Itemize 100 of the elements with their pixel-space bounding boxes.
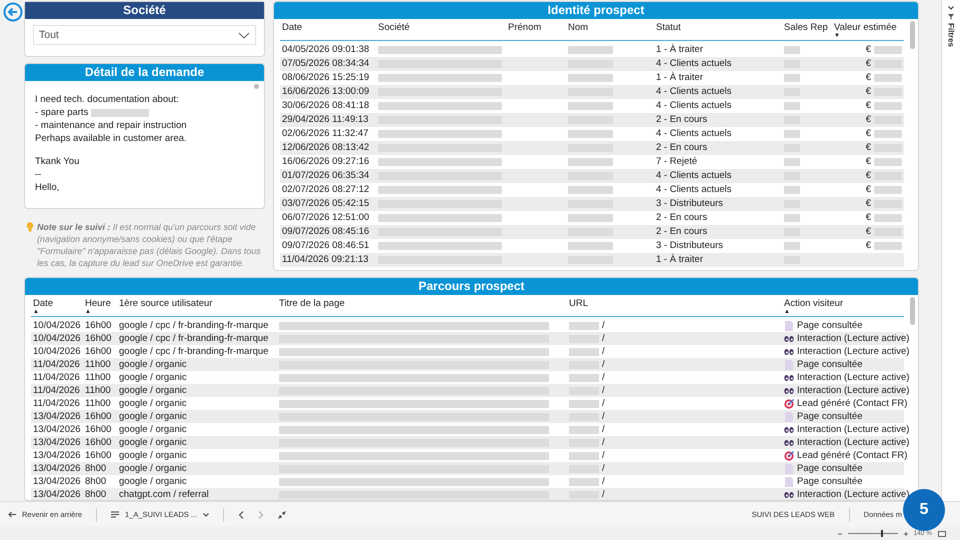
table-cell: 2 - En cours: [656, 211, 708, 225]
table-cell: /: [602, 475, 605, 488]
table-cell: 30/06/2026 08:41:18: [282, 99, 370, 113]
table-cell: 09/07/2026 08:46:51: [282, 239, 370, 253]
back-arrow-icon: [8, 511, 16, 518]
table-cell: 01/07/2026 06:35:34: [282, 169, 370, 183]
column-header[interactable]: 1ère source utilisateur: [119, 298, 212, 309]
table-cell: google / cpc / fr-branding-fr-marque: [119, 319, 268, 332]
table-cell: 13/04/2026: [33, 436, 81, 449]
table-cell: 02/06/2026 11:32:47: [282, 127, 368, 141]
zoom-in-icon[interactable]: [904, 532, 908, 536]
table-cell: 7 - Rejeté: [656, 155, 698, 169]
lightbulb-icon: [26, 222, 34, 232]
table-cell: €: [866, 211, 871, 225]
redacted-bar: [568, 74, 613, 82]
redacted-bar: [784, 242, 800, 250]
table-cell: 16h00: [85, 449, 112, 462]
zoom-out-icon[interactable]: [838, 532, 842, 536]
table-cell: 06/07/2026 12:51:00: [282, 211, 370, 225]
table-cell: 1 - À traiter: [656, 71, 703, 85]
table-cell: 02/07/2026 08:27:12: [282, 183, 370, 197]
table-cell: /: [602, 358, 605, 371]
filters-pane-label[interactable]: Filtres: [946, 23, 956, 48]
table-cell: 11h00: [85, 358, 111, 371]
table-cell: 16h00: [85, 410, 112, 423]
panel-title: Détail de la demande: [84, 65, 204, 79]
table-cell: 2 - En cours: [656, 225, 708, 239]
column-header[interactable]: Titre de la page: [279, 298, 345, 309]
column-header[interactable]: Date: [33, 298, 54, 309]
eyes-icon: [784, 334, 794, 344]
column-header[interactable]: Action visiteur: [784, 298, 844, 309]
table-cell: 16h00: [85, 319, 112, 332]
page-icon: [784, 360, 794, 370]
table-cell: €: [866, 127, 871, 141]
scrollbar-thumb[interactable]: [910, 297, 915, 325]
table-cell: €: [866, 197, 871, 211]
request-text-line: I need tech. documentation about:: [35, 93, 179, 106]
scrollbar-thumb[interactable]: [910, 21, 915, 49]
table-cell: /: [602, 319, 605, 332]
table-cell: Page consultée: [797, 319, 862, 332]
table-cell: google / organic: [119, 423, 187, 436]
table-cell: 11/04/2026: [33, 397, 80, 410]
previous-page-icon[interactable]: [238, 510, 244, 518]
table-cell: 13/04/2026: [33, 462, 81, 475]
table-cell: Lead généré (Contact FR): [797, 397, 908, 410]
redacted-bar: [568, 242, 613, 250]
exit-fullscreen-icon[interactable]: [278, 510, 286, 518]
redacted-bar: [569, 374, 599, 382]
redacted-bar: [568, 46, 613, 54]
column-header[interactable]: Prénom: [508, 22, 542, 33]
table-cell: 11h00: [85, 371, 111, 384]
redacted-bar: [784, 130, 800, 138]
table-cell: /: [602, 345, 605, 358]
table-cell: 09/07/2026 08:45:16: [282, 225, 370, 239]
fit-page-icon[interactable]: [938, 530, 946, 536]
column-header[interactable]: Nom: [568, 22, 588, 33]
table-cell: 4 - Clients actuels: [656, 169, 732, 183]
table-cell: /: [602, 462, 605, 475]
redacted-bar: [568, 158, 613, 166]
column-header[interactable]: Société: [378, 22, 410, 33]
table-cell: google / organic: [119, 397, 187, 410]
collapse-chevron-icon[interactable]: [948, 6, 954, 11]
column-header[interactable]: Valeur estimée: [834, 22, 897, 33]
request-text-line: --: [35, 168, 42, 181]
table-cell: 13/04/2026: [33, 488, 81, 500]
panel-title: Parcours prospect: [418, 279, 525, 293]
table-cell: €: [866, 155, 871, 169]
table-cell: 03/07/2026 05:42:15: [282, 197, 370, 211]
table-cell: 10/04/2026: [33, 332, 81, 345]
table-cell: 13/04/2026: [33, 423, 81, 436]
column-header[interactable]: Date: [282, 22, 302, 33]
table-cell: Interaction (Lecture active): [797, 345, 910, 358]
chevron-down-icon: [238, 32, 250, 38]
column-header[interactable]: URL: [569, 298, 588, 309]
table-cell: google / organic: [119, 462, 187, 475]
table-cell: google / organic: [119, 410, 187, 423]
zoom-slider[interactable]: [848, 530, 898, 537]
column-header[interactable]: Sales Rep: [784, 22, 828, 33]
redacted-bar: [784, 46, 800, 54]
dropdown-field[interactable]: Tout: [33, 25, 256, 45]
table-cell: 13/04/2026: [33, 475, 81, 488]
list-icon: [111, 511, 120, 518]
table-cell: 16/06/2026 13:00:09: [282, 85, 370, 99]
eyes-icon: [784, 438, 794, 448]
slider-thumb[interactable]: [881, 530, 884, 537]
target-icon: [784, 450, 794, 460]
table-cell: /: [602, 449, 605, 462]
table-cell: google / cpc / fr-branding-fr-marque: [119, 332, 268, 345]
eyes-icon: [784, 424, 794, 434]
column-header[interactable]: Statut: [656, 22, 681, 33]
table-cell: Page consultée: [797, 462, 862, 475]
scrollbar-thumb[interactable]: [254, 84, 259, 89]
table-cell: Interaction (Lecture active): [797, 332, 910, 345]
table-cell: 08/06/2026 15:25:19: [282, 71, 370, 85]
redacted-bar: [569, 400, 599, 408]
column-header[interactable]: Heure: [85, 298, 111, 309]
request-text-line: - maintenance and repair instruction: [35, 119, 187, 132]
table-cell: €: [866, 43, 871, 57]
table-cell: 4 - Clients actuels: [656, 127, 732, 141]
table-cell: 1 - À traiter: [656, 43, 703, 57]
